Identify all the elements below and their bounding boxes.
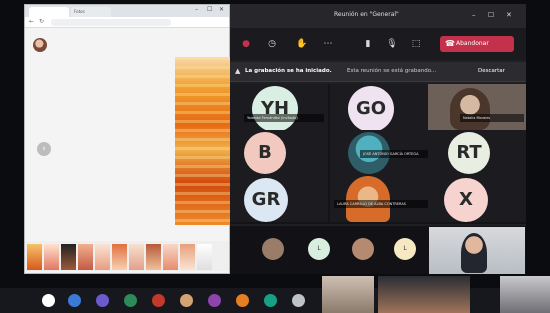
maximize-icon[interactable]: ☐ [488,11,494,19]
participant-avatar[interactable] [352,238,374,260]
self-video-person [461,233,487,273]
participant-tile[interactable]: B [230,130,328,176]
participant-tile[interactable]: LAURA CARRILLO DE ALBA CONTRERAS [330,176,428,222]
participant-name: Natalia Morales [460,114,524,122]
recording-message: Esta reunión se está grabando... [347,68,437,74]
thumbnail[interactable] [112,244,127,270]
record-icon[interactable]: ● [240,38,252,50]
participant-grid: YH Yolanda Fernández (Invitado) GO Natal… [230,84,526,224]
thumbnail[interactable] [78,244,93,270]
participant-avatar[interactable]: L [394,238,416,260]
browser-address-bar: ← ↻ [25,17,229,28]
leave-button[interactable]: ☎ Abandonar [440,36,514,52]
taskbar-app-icon[interactable] [180,294,193,307]
avatar[interactable] [33,38,47,52]
leave-button-label: Abandonar [456,40,489,47]
taskbar-app-icon[interactable] [236,294,249,307]
participant-avatar: B [244,132,286,174]
thumbnail[interactable] [44,244,59,270]
participant-video [450,88,490,130]
participant-name: LAURA CARRILLO DE ALBA CONTRERAS [334,200,428,208]
participant-avatar: GR [244,178,288,222]
browser-tab-2[interactable]: Fotos [71,7,111,17]
more-options-icon[interactable]: ⋯ [322,38,334,50]
participant-avatar: RT [448,132,490,174]
chevron-left-icon[interactable]: ‹ [37,142,51,156]
thumbnail[interactable] [163,244,178,270]
participant-tile[interactable]: X [428,176,526,222]
thumbnail[interactable] [95,244,110,270]
browser-tabbar: Fotos – ☐ ✕ [25,5,229,17]
taskbar-app-icon[interactable] [96,294,109,307]
thumbnail[interactable] [61,244,76,270]
phone-icon: ☎ [445,39,455,48]
browser-window: Fotos – ☐ ✕ ← ↻ ‹ [24,4,231,274]
browser-tab-1[interactable] [29,7,69,17]
participant-tile[interactable]: RT [428,130,526,176]
recording-banner: ▲ La grabación se ha iniciado. Esta reun… [230,62,526,82]
video-thumbnail[interactable] [322,276,374,313]
warning-icon: ▲ [235,67,241,75]
url-field[interactable] [51,19,171,26]
participant-tile[interactable]: JOSÉ ANTONIO GARCÍA ORTEGA [330,130,428,176]
screen: Fotos – ☐ ✕ ← ↻ ‹ Reunión en "General" –… [0,0,550,313]
thumbnail[interactable] [180,244,195,270]
taskbar-app-icon[interactable] [292,294,305,307]
thumbnail[interactable] [27,244,42,270]
thumbnail-strip [25,241,229,271]
back-icon[interactable]: ← [29,18,34,25]
participant-tile[interactable]: GO [330,84,428,132]
taskbar-app-icon[interactable] [152,294,165,307]
taskbar-app-icon[interactable] [208,294,221,307]
reload-icon[interactable]: ↻ [39,18,44,25]
timer-icon: ◷ [268,39,276,49]
recording-status: La grabación se ha iniciado. [245,68,332,74]
start-icon[interactable] [42,294,55,307]
meeting-titlebar: Reunión en "General" – ☐ ✕ [230,4,526,28]
meeting-title: Reunión en "General" [334,11,399,18]
close-icon[interactable]: ✕ [506,11,512,19]
taskbar-app-icon[interactable] [264,294,277,307]
camera-icon[interactable]: ▮ [362,38,374,50]
self-video [429,227,525,274]
minimize-icon[interactable]: – [195,6,198,13]
share-screen-icon[interactable]: ⬚ [410,38,422,50]
video-thumbnail[interactable] [378,276,470,313]
participant-avatar [346,176,390,222]
participant-tile[interactable]: Natalia Morales [428,84,526,130]
participant-overflow-row: L L [230,226,526,274]
video-thumbnail[interactable] [500,276,550,313]
raise-hand-icon[interactable]: ✋ [296,38,308,50]
taskbar-app-icon[interactable] [68,294,81,307]
participant-name: Yolanda Fernández (Invitado) [244,114,324,122]
thumbnail[interactable] [146,244,161,270]
thumbnail[interactable] [197,244,212,270]
thumbnail[interactable] [129,244,144,270]
close-icon[interactable]: ✕ [219,6,224,13]
photo-viewer-image[interactable] [175,57,231,225]
participant-avatar[interactable]: L [308,238,330,260]
meeting-toolbar: ● ◷ ✋ ⋯ ▮ 🎙 ⬚ ☎ Abandonar [230,28,526,60]
taskbar-app-icon[interactable] [124,294,137,307]
minimize-icon[interactable]: – [472,11,476,19]
participant-avatar: X [444,178,488,222]
participant-avatar: GO [348,86,394,132]
meeting-window: Reunión en "General" – ☐ ✕ ● ◷ ✋ ⋯ ▮ 🎙 ⬚… [230,4,526,274]
participant-avatar[interactable] [262,238,284,260]
participant-tile[interactable]: GR [230,176,328,222]
microphone-icon[interactable]: 🎙 [386,38,398,50]
dismiss-button[interactable]: Descartar [478,68,505,74]
maximize-icon[interactable]: ☐ [207,6,212,13]
participant-tile[interactable]: YH Yolanda Fernández (Invitado) [230,84,328,132]
participant-avatar: YH [252,86,298,132]
participant-name: JOSÉ ANTONIO GARCÍA ORTEGA [360,150,428,158]
